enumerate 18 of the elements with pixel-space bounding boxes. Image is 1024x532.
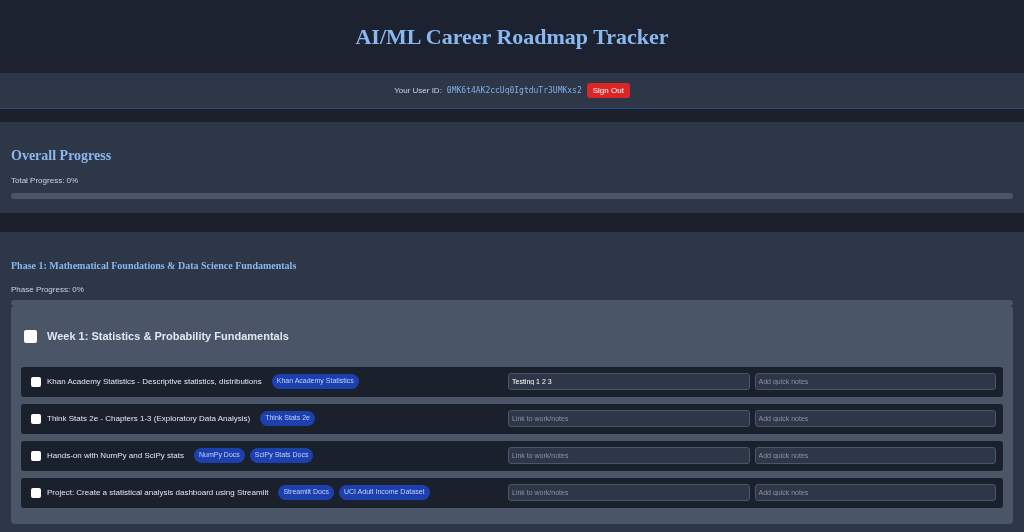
section-heading: Overall Progress — [11, 149, 113, 163]
progress-label: Total Progress: 0% — [11, 175, 80, 187]
progress-label: Phase Progress: 0% — [11, 284, 85, 296]
task-text: Project: Create a statistical analysis dashboard using Streamlit — [47, 486, 269, 499]
task-text: Think Stats 2e - Chapters 1-3 (Exploratory Data Analysis) — [47, 412, 251, 425]
checkbox[interactable] — [31, 487, 41, 498]
page-title: AI/ML Career Roadmap Tracker — [355, 23, 669, 51]
checkbox[interactable] — [31, 450, 41, 461]
checkbox[interactable] — [24, 329, 37, 343]
phase-heading: Phase 1: Mathematical Foundations & Data Science Fundamentals — [11, 259, 298, 273]
task-text: Hands-on with NumPy and SciPy stats — [47, 449, 184, 462]
sign-out-button[interactable]: Sign Out — [586, 83, 630, 98]
checkbox[interactable] — [31, 376, 41, 387]
user-id-label: Your User ID: — [394, 84, 442, 97]
user-id: 0MK6t4AK2ccUq0IgtduTr3UMKxs2 — [446, 84, 582, 97]
week-title: Week 1: Statistics & Probability Fundamentals — [47, 329, 289, 344]
task-text: Khan Academy Statistics - Descriptive statistics, distributions — [47, 375, 262, 388]
checkbox[interactable] — [31, 413, 41, 424]
